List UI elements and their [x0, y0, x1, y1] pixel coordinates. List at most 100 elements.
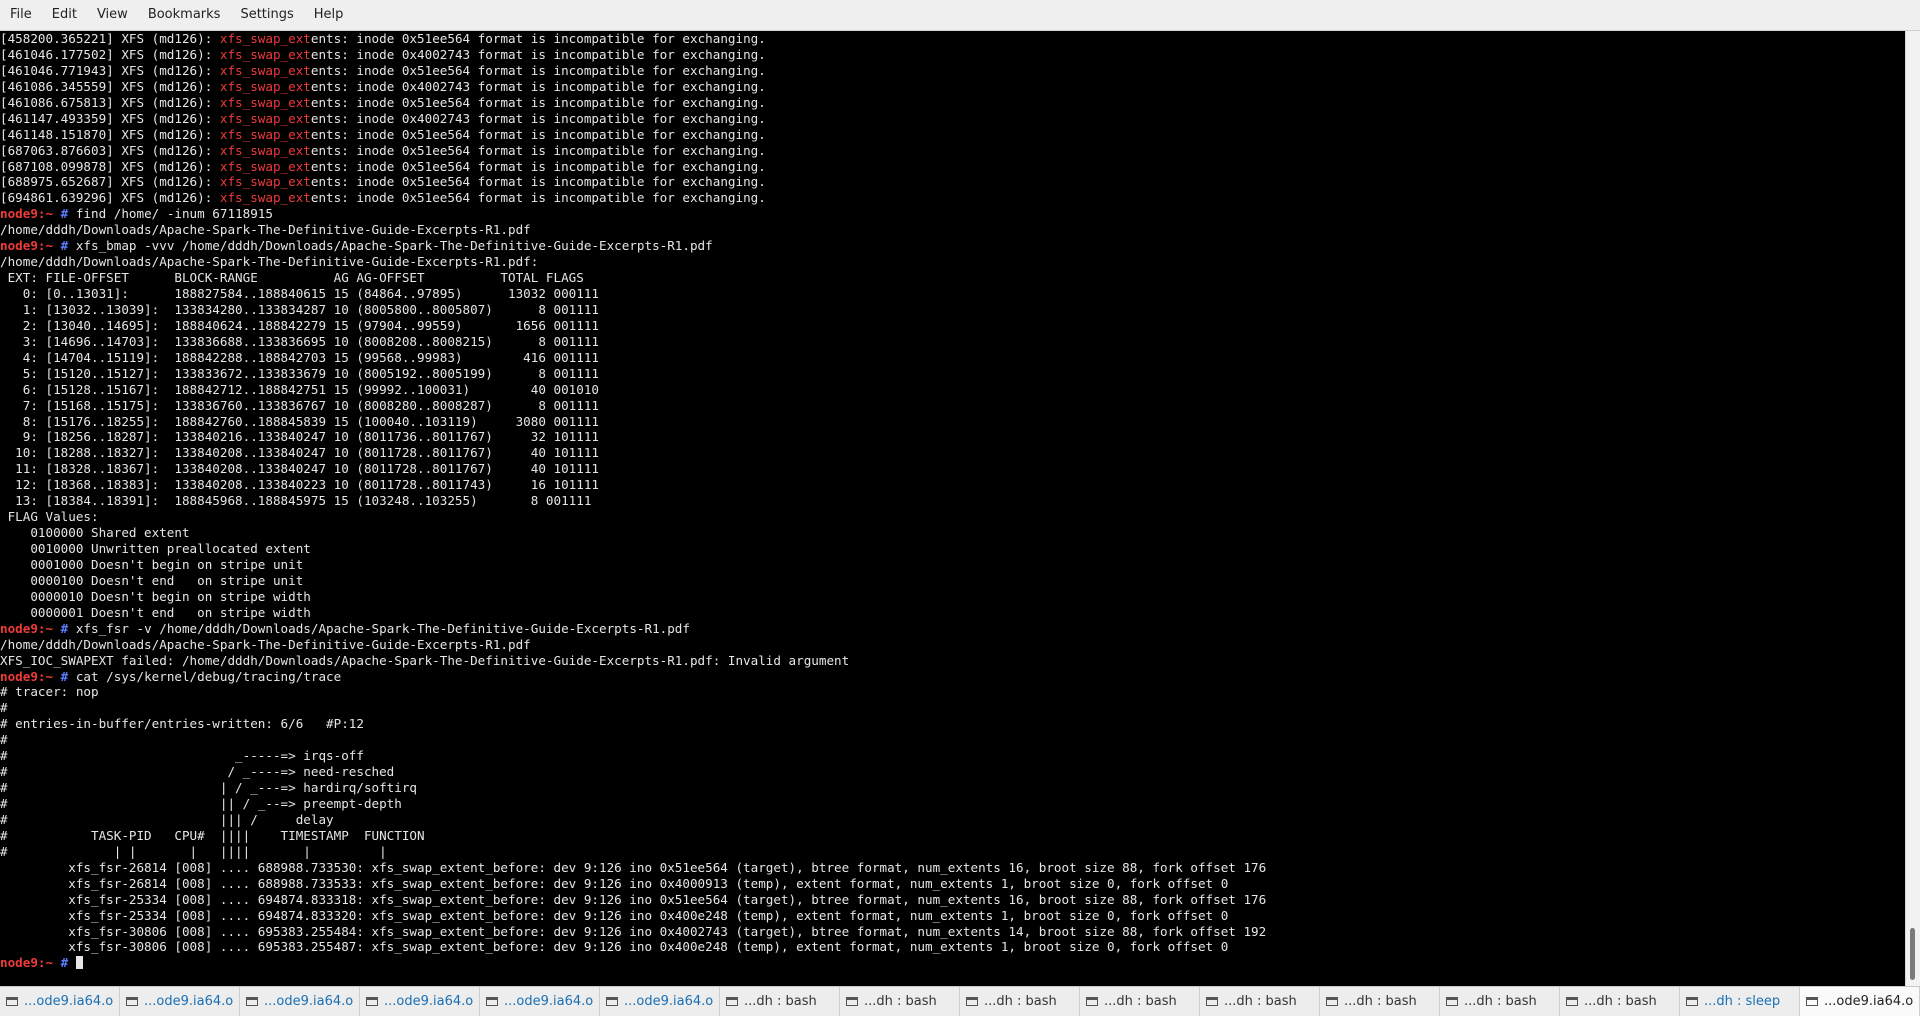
output-text: 0010000 Unwritten preallocated extent	[0, 541, 311, 556]
tab-label: ...dh : bash	[1224, 994, 1297, 1009]
log-prefix: [461046.177502] XFS (md126):	[0, 46, 220, 62]
menu-bookmarks[interactable]: Bookmarks	[138, 0, 231, 30]
output-line: xfs_fsr-26814 [008] .... 688988.733530: …	[0, 860, 1266, 876]
terminal-window-icon	[1686, 997, 1698, 1006]
terminal-scrollbar[interactable]	[1905, 31, 1920, 986]
log-message: ents: inode 0x4002743 format is incompat…	[310, 110, 766, 126]
log-highlight: xfs_swap_ext	[219, 78, 311, 94]
terminal-tab[interactable]: ...ode9.ia64.org	[1800, 987, 1920, 1016]
prompt-line: node9:~ # find /home/ -inum 67118915	[0, 206, 1266, 222]
output-text: 10: [18288..18327]: 133840208..133840247…	[0, 445, 599, 461]
output-text: # entries-in-buffer/entries-written: 6/6…	[0, 716, 364, 732]
output-line: 0000100 Doesn't end on stripe unit	[0, 573, 1266, 589]
output-line: [461086.675813] XFS (md126): xfs_swap_ex…	[0, 95, 1266, 111]
output-text: xfs_fsr-25334 [008] .... 694874.833320: …	[0, 907, 1229, 923]
output-text: xfs_fsr-26814 [008] .... 688988.733530: …	[0, 859, 1267, 875]
tab-label: ...dh : sleep	[1704, 994, 1781, 1009]
terminal-tab[interactable]: ...dh : bash	[720, 987, 840, 1016]
prompt-symbol: #	[53, 620, 76, 636]
log-prefix: [694861.639296] XFS (md126):	[0, 190, 220, 206]
terminal-window-icon	[726, 997, 738, 1006]
terminal-tab[interactable]: ...dh : bash	[1440, 987, 1560, 1016]
log-message: ents: inode 0x4002743 format is incompat…	[310, 78, 766, 94]
menu-view[interactable]: View	[87, 0, 138, 30]
output-text: # | / _---=> hardirq/softirq	[0, 780, 418, 796]
output-text: 1: [13032..13039]: 133834280..133834287 …	[0, 301, 599, 317]
output-text: 0100000 Shared extent	[0, 525, 190, 541]
terminal-tab[interactable]: ...dh : bash	[1080, 987, 1200, 1016]
output-text: 0001000 Doesn't begin on stripe unit	[0, 556, 304, 572]
prompt-host: node9:~	[0, 955, 54, 971]
terminal-tab[interactable]: ...ode9.ia64.org	[0, 987, 120, 1016]
output-text: 13: [18384..18391]: 188845968..188845975…	[0, 493, 592, 509]
output-text: 4: [14704..15119]: 188842288..188842703 …	[0, 349, 599, 365]
output-line: 0000001 Doesn't end on stripe width	[0, 605, 1266, 621]
tab-label: ...ode9.ia64.org	[504, 994, 593, 1009]
tab-label: ...ode9.ia64.org	[624, 994, 713, 1009]
output-line: 3: [14696..14703]: 133836688..133836695 …	[0, 334, 1266, 350]
output-line: [458200.365221] XFS (md126): xfs_swap_ex…	[0, 31, 1266, 47]
menu-edit[interactable]: Edit	[42, 0, 87, 30]
log-message: ents: inode 0x4002743 format is incompat…	[310, 46, 766, 62]
output-text: 0000001 Doesn't end on stripe width	[0, 604, 311, 620]
output-line: 4: [14704..15119]: 188842288..188842703 …	[0, 350, 1266, 366]
log-highlight: xfs_swap_ext	[219, 190, 311, 206]
output-text: 3: [14696..14703]: 133836688..133836695 …	[0, 333, 599, 349]
output-line: # entries-in-buffer/entries-written: 6/6…	[0, 716, 1266, 732]
tab-label: ...dh : bash	[1344, 994, 1417, 1009]
output-line: [694861.639296] XFS (md126): xfs_swap_ex…	[0, 190, 1266, 206]
terminal-tab[interactable]: ...dh : bash	[840, 987, 960, 1016]
log-highlight: xfs_swap_ext	[219, 142, 311, 158]
menu-settings[interactable]: Settings	[230, 0, 303, 30]
scrollbar-thumb[interactable]	[1910, 928, 1915, 980]
output-text: FLAG Values:	[0, 509, 99, 525]
terminal-window-icon	[6, 997, 18, 1006]
output-line: [687063.876603] XFS (md126): xfs_swap_ex…	[0, 143, 1266, 159]
output-text: # | | | |||| | |	[0, 843, 387, 859]
log-prefix: [688975.652687] XFS (md126):	[0, 174, 220, 190]
menu-help[interactable]: Help	[304, 0, 354, 30]
output-line: /home/dddh/Downloads/Apache-Spark-The-De…	[0, 637, 1266, 653]
output-line: xfs_fsr-25334 [008] .... 694874.833320: …	[0, 908, 1266, 924]
terminal-lines: [458200.365221] XFS (md126): xfs_swap_ex…	[0, 31, 1266, 971]
terminal-tab[interactable]: ...dh : bash	[960, 987, 1080, 1016]
prompt-host: node9:~	[0, 668, 54, 684]
prompt-host: node9:~	[0, 206, 54, 222]
output-line: 10: [18288..18327]: 133840208..133840247…	[0, 445, 1266, 461]
terminal-tab[interactable]: ...dh : bash	[1200, 987, 1320, 1016]
terminal-tab[interactable]: ...ode9.ia64.org	[600, 987, 720, 1016]
output-line: [461086.345559] XFS (md126): xfs_swap_ex…	[0, 79, 1266, 95]
terminal-tab[interactable]: ...ode9.ia64.org	[480, 987, 600, 1016]
output-text: 12: [18368..18383]: 133840208..133840223…	[0, 477, 599, 493]
terminal-tab[interactable]: ...dh : bash	[1320, 987, 1440, 1016]
output-line: [688975.652687] XFS (md126): xfs_swap_ex…	[0, 174, 1266, 190]
output-text: # ||| / delay	[0, 811, 334, 827]
menu-file[interactable]: File	[0, 0, 42, 30]
log-message: ents: inode 0x51ee564 format is incompat…	[310, 174, 766, 190]
prompt-host: node9:~	[0, 238, 54, 254]
output-line: [461147.493359] XFS (md126): xfs_swap_ex…	[0, 111, 1266, 127]
output-text: 0000100 Doesn't end on stripe unit	[0, 572, 304, 588]
output-line: FLAG Values:	[0, 509, 1266, 525]
terminal-tab[interactable]: ...ode9.ia64.org	[360, 987, 480, 1016]
output-line: [687108.099878] XFS (md126): xfs_swap_ex…	[0, 159, 1266, 175]
command-text: xfs_fsr -v /home/dddh/Downloads/Apache-S…	[75, 620, 690, 636]
output-line: # || / _--=> preempt-depth	[0, 796, 1266, 812]
terminal-tab[interactable]: ...dh : bash	[1560, 987, 1680, 1016]
output-text: xfs_fsr-30806 [008] .... 695383.255487: …	[0, 939, 1229, 955]
output-line: 2: [13040..14695]: 188840624..188842279 …	[0, 318, 1266, 334]
output-line: 13: [18384..18391]: 188845968..188845975…	[0, 493, 1266, 509]
terminal-output[interactable]: [458200.365221] XFS (md126): xfs_swap_ex…	[0, 31, 1905, 986]
output-line: EXT: FILE-OFFSET BLOCK-RANGE AG AG-OFFSE…	[0, 270, 1266, 286]
output-text: /home/dddh/Downloads/Apache-Spark-The-De…	[0, 222, 531, 238]
log-highlight: xfs_swap_ext	[219, 94, 311, 110]
output-line: 0000010 Doesn't begin on stripe width	[0, 589, 1266, 605]
output-line: 5: [15120..15127]: 133833672..133833679 …	[0, 366, 1266, 382]
output-line: # _-----=> irqs-off	[0, 748, 1266, 764]
terminal-tab[interactable]: ...ode9.ia64.org	[120, 987, 240, 1016]
terminal-tab[interactable]: ...ode9.ia64.org	[240, 987, 360, 1016]
tab-label: ...ode9.ia64.org	[264, 994, 353, 1009]
tab-label: ...dh : bash	[744, 994, 817, 1009]
terminal-tab[interactable]: ...dh : sleep	[1680, 987, 1800, 1016]
output-text: 6: [15128..15167]: 188842712..188842751 …	[0, 381, 599, 397]
